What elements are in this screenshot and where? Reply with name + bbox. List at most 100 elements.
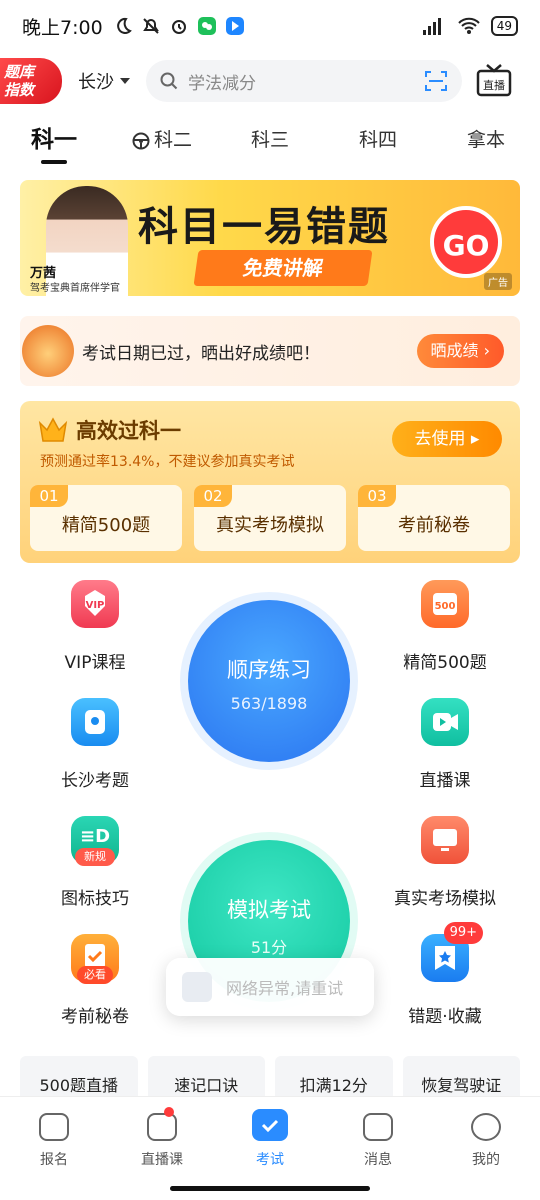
video-glyph [433,713,458,731]
banner-title: 科目一易错题 [138,204,390,250]
bottom-nav: 报名 直播课 考试 消息 我的 [0,1096,540,1200]
vip-icon: VIP [71,580,119,628]
tab-subject-3[interactable]: 科三 [216,118,324,166]
vip-icon-glyph: VIP [85,590,105,616]
tab-label: 科三 [250,129,289,151]
pre-exam-secret-entry[interactable]: 必看 考前秘卷 [20,934,170,1027]
tab-subject-4[interactable]: 科四 [324,118,432,166]
svg-text:500: 500 [435,601,456,612]
simplified-500-entry[interactable]: 500 精简500题 [370,580,520,673]
tab-label: 科一 [31,127,77,153]
notice-text: 考试日期已过，晒出好成绩吧！ [82,343,320,364]
500-glyph: 500 [433,593,457,615]
city-selector[interactable]: 长沙 [78,68,130,94]
efficient-item-500[interactable]: 01 精简500题 [30,485,182,551]
efficient-subtitle: 预测通过率13.4%，不建议参加真实考试 [40,454,295,470]
search-placeholder: 学法减分 [188,73,256,94]
ad-tag: 广告 [484,273,512,290]
nav-label: 我的 [472,1152,500,1168]
city-label: 长沙 [78,72,114,93]
efficient-item-real-exam[interactable]: 02 真实考场模拟 [194,485,346,551]
new-rules-tag: 新规 [75,848,115,866]
app-logo-icon [182,972,212,1002]
network-error-toast: 网络异常,请重试 [166,958,374,1016]
live-course-entry[interactable]: 直播课 [370,698,520,791]
battery-level: 49 [490,16,518,36]
logo-line2: 指数 [4,81,35,99]
tab-subject-2[interactable]: 科二 [108,118,216,166]
must-see-tag: 必看 [77,966,113,984]
efficient-item-secret[interactable]: 03 考前秘卷 [358,485,510,551]
live-tv-label: 直播 [483,78,505,92]
changsha-questions-label: 长沙考题 [61,771,129,791]
nav-mine[interactable]: 我的 [432,1097,540,1200]
nav-label: 考试 [256,1152,284,1168]
real-exam-sim-label: 真实考场模拟 [394,889,496,909]
wrong-favorites-label: 错题·收藏 [408,1007,482,1027]
monitor-icon [421,816,469,864]
sequential-practice-button[interactable]: 顺序练习 563/1898 [188,600,350,762]
celebration-icon [22,325,74,377]
live-tv-icon[interactable]: 直播 [476,63,512,99]
scan-icon[interactable] [424,70,448,92]
profile-smile-icon [471,1113,501,1141]
banner-go-button[interactable]: GO [430,206,502,278]
live-course-label: 直播课 [419,771,471,791]
tab-get-license[interactable]: 拿本 [432,118,540,166]
signup-icon [39,1113,69,1141]
icon-tips-entry[interactable]: ≡D 新规 图标技巧 [20,816,170,909]
app-notify-icon [225,17,244,35]
status-right: 49 [421,16,518,36]
tab-active-indicator [41,160,67,164]
simplified-500-label: 精简500题 [403,653,487,673]
promo-banner[interactable]: 万茜 驾考宝典首席伴学官 科目一易错题 免费讲解 GO 广告 [20,180,520,296]
icon-tips-label: 图标技巧 [61,889,129,909]
message-icon [363,1113,393,1141]
question-bank-index-badge[interactable]: 题库 指数 [0,58,62,104]
wechat-icon [197,17,216,35]
exam-folder-icon [252,1109,288,1141]
tab-label: 拿本 [466,129,505,151]
teacher-role: 驾考宝典首席伴学官 [30,283,120,294]
nav-messages[interactable]: 消息 [324,1097,432,1200]
changsha-questions-entry[interactable]: 长沙考题 [20,698,170,791]
item-number: 03 [358,485,396,507]
status-bar: 晚上7:00 49 [0,0,540,52]
nav-live[interactable]: 直播课 [108,1097,216,1200]
wrong-count-badge: 99+ [443,922,483,944]
mute-icon [142,18,159,34]
search-input[interactable]: 学法减分 [146,60,462,102]
share-score-button[interactable]: 晒成绩 › [416,334,504,368]
wrong-favorites-entry[interactable]: 99+ 错题·收藏 [370,922,520,1027]
video-icon [421,698,469,746]
banner-subtitle: 免费讲解 [193,250,373,286]
item-number: 01 [30,485,68,507]
chevron-down-icon [120,78,130,84]
subject-tabs: 科一 科二 科三 科四 拿本 [0,118,540,166]
home-indicator[interactable] [170,1186,370,1191]
item-label: 考前秘卷 [398,515,470,536]
500-icon: 500 [421,580,469,628]
item-number: 02 [194,485,232,507]
nav-label: 消息 [364,1152,392,1168]
unread-dot [164,1107,174,1117]
logo-line1: 题库 [4,63,35,81]
alarm-icon [171,20,186,34]
tab-label: 科二 [153,129,192,151]
header: 题库 指数 长沙 学法减分 直播 [0,56,540,106]
check-icon [261,1119,279,1133]
real-exam-sim-entry[interactable]: 真实考场模拟 [370,816,520,909]
use-now-button[interactable]: 去使用 ▸ [392,421,502,457]
mock-title: 模拟考试 [227,898,311,922]
status-icons [113,16,245,36]
clipboard-check-icon: 必看 [71,934,119,984]
vip-course-label: VIP课程 [64,653,126,673]
vip-course-entry[interactable]: VIP VIP课程 [20,580,170,673]
tab-subject-1[interactable]: 科一 [0,118,108,166]
item-label: 精简500题 [61,515,151,536]
crown-icon [38,417,68,442]
wifi-icon [458,17,480,34]
toast-text: 网络异常,请重试 [226,979,344,998]
nav-signup[interactable]: 报名 [0,1097,108,1200]
nav-exam[interactable]: 考试 [216,1097,324,1200]
